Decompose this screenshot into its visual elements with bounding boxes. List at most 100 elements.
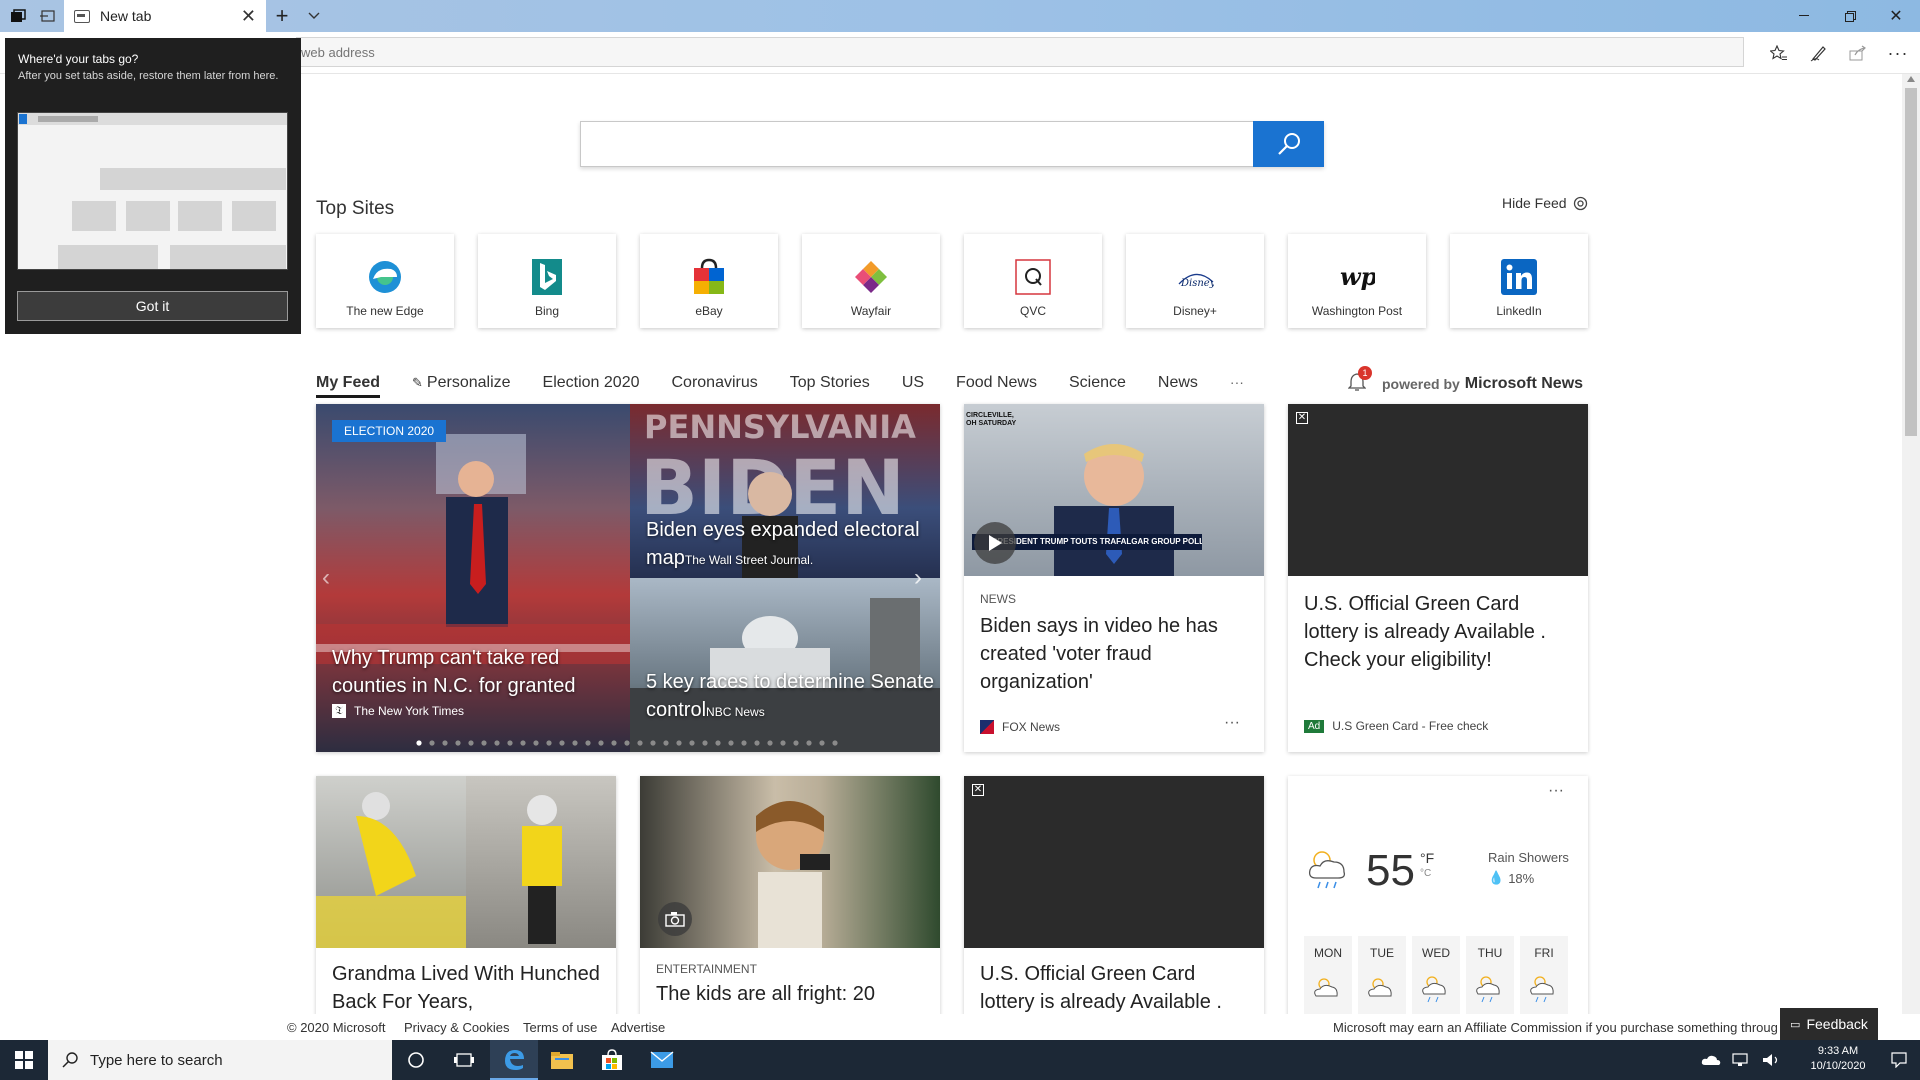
tab-list-chevron-icon[interactable]	[302, 0, 326, 32]
carousel-dot[interactable]	[728, 740, 734, 746]
carousel-dot[interactable]	[442, 740, 448, 746]
windows-start-icon[interactable]	[0, 1040, 48, 1080]
tab-my-feed[interactable]: My Feed	[316, 374, 381, 398]
carousel-dot[interactable]	[715, 740, 721, 746]
got-it-button[interactable]: Got it	[17, 291, 288, 321]
carousel-prev-icon[interactable]: ‹	[322, 564, 330, 592]
store-icon[interactable]	[588, 1040, 636, 1080]
carousel-right-bottom[interactable]: 5 key races to determine Senate controlN…	[646, 668, 934, 726]
carousel-dot[interactable]	[754, 740, 760, 746]
mail-icon[interactable]	[638, 1040, 686, 1080]
carousel-dot[interactable]	[663, 740, 669, 746]
tab-more[interactable]: ···	[1230, 374, 1244, 398]
play-icon[interactable]	[974, 522, 1016, 564]
carousel-dot[interactable]	[507, 740, 513, 746]
carousel-dot[interactable]	[819, 740, 825, 746]
top-site-washington-post[interactable]: wp Washington Post	[1288, 234, 1426, 328]
grandma-card[interactable]: Grandma Lived With Hunched Back For Year…	[316, 776, 616, 1014]
top-site-bing[interactable]: Bing	[478, 234, 616, 328]
top-site-qvc[interactable]: QVC	[964, 234, 1102, 328]
carousel-dot[interactable]	[546, 740, 552, 746]
unit-fahrenheit[interactable]: °F	[1420, 850, 1434, 866]
share-icon[interactable]	[1845, 40, 1871, 66]
more-menu-icon[interactable]: ···	[1885, 40, 1911, 66]
carousel-dot[interactable]	[793, 740, 799, 746]
notification-bell-icon[interactable]: 1	[1347, 366, 1372, 395]
notifications-icon[interactable]	[1884, 1040, 1914, 1080]
task-view-icon[interactable]	[440, 1040, 488, 1080]
election-carousel-card[interactable]: PENNSYLVANIABIDEN ELECTION 2020 ‹ › Why …	[316, 404, 940, 752]
biden-card-headline[interactable]: Biden says in video he has created 'vote…	[980, 612, 1250, 696]
ad-card-headline[interactable]: U.S. Official Green Card lottery is alre…	[1304, 590, 1578, 674]
carousel-dot[interactable]	[676, 740, 682, 746]
scrollbar-thumb[interactable]	[1905, 88, 1917, 436]
tab-personalize[interactable]: ✎ Personalize	[412, 374, 511, 398]
new-tab-plus-icon[interactable]: +	[270, 0, 294, 32]
taskbar-search-box[interactable]: Type here to search	[48, 1040, 392, 1080]
carousel-dots[interactable]	[416, 740, 840, 746]
carousel-dot[interactable]	[767, 740, 773, 746]
restore-icon[interactable]	[1830, 0, 1870, 32]
footer-terms-link[interactable]: Terms of use	[523, 1020, 597, 1035]
page-scrollbar[interactable]	[1902, 74, 1920, 1014]
entertainment-card[interactable]: ENTERTAINMENT The kids are all fright: 2…	[640, 776, 940, 1014]
pen-notes-icon[interactable]	[1806, 40, 1832, 66]
address-input[interactable]	[296, 37, 1744, 67]
network-icon[interactable]	[1726, 1040, 1756, 1080]
ad2-headline[interactable]: U.S. Official Green Card lottery is alre…	[980, 960, 1254, 1014]
top-site-linkedin[interactable]: LinkedIn	[1450, 234, 1588, 328]
carousel-dot[interactable]	[650, 740, 656, 746]
footer-privacy-link[interactable]: Privacy & Cookies	[404, 1020, 509, 1035]
carousel-dot[interactable]	[624, 740, 630, 746]
ad-card-green-card[interactable]: ✕ U.S. Official Green Card lottery is al…	[1288, 404, 1588, 752]
weather-more-icon[interactable]: ···	[1548, 782, 1564, 800]
carousel-dot[interactable]	[689, 740, 695, 746]
edge-taskbar-icon[interactable]	[490, 1040, 538, 1080]
carousel-right-top[interactable]: Biden eyes expanded electoral mapThe Wal…	[646, 516, 934, 574]
hide-feed-button[interactable]: Hide Feed	[1502, 195, 1588, 211]
carousel-dot[interactable]	[832, 740, 838, 746]
tab-us[interactable]: US	[902, 374, 924, 398]
unit-celsius[interactable]: °C	[1420, 868, 1431, 879]
carousel-dot[interactable]	[806, 740, 812, 746]
carousel-dot[interactable]	[780, 740, 786, 746]
biden-video-card[interactable]: CIRCLEVILLE, OH SATURDAY PRESIDENT TRUMP…	[964, 404, 1264, 752]
carousel-dot[interactable]	[520, 740, 526, 746]
carousel-dot[interactable]	[468, 740, 474, 746]
carousel-dot[interactable]	[416, 740, 422, 746]
kids-headline[interactable]: The kids are all fright: 20	[656, 980, 930, 1008]
carousel-dot[interactable]	[559, 740, 565, 746]
close-window-icon[interactable]: ✕	[1876, 0, 1916, 32]
ad-card-green-card-2[interactable]: ✕ U.S. Official Green Card lottery is al…	[964, 776, 1264, 1014]
carousel-dot[interactable]	[598, 740, 604, 746]
top-site-edge[interactable]: The new Edge	[316, 234, 454, 328]
onedrive-cloud-icon[interactable]	[1696, 1040, 1726, 1080]
carousel-dot[interactable]	[455, 740, 461, 746]
carousel-dot[interactable]	[481, 740, 487, 746]
close-tab-icon[interactable]: ✕	[241, 6, 256, 27]
set-tabs-aside-icon[interactable]	[34, 0, 62, 32]
carousel-dot[interactable]	[637, 740, 643, 746]
carousel-dot[interactable]	[585, 740, 591, 746]
carousel-dot[interactable]	[494, 740, 500, 746]
carousel-main-headline[interactable]: Why Trump can't take red counties in N.C…	[332, 644, 622, 700]
grandma-headline[interactable]: Grandma Lived With Hunched Back For Year…	[332, 960, 606, 1014]
tabs-aside-icon[interactable]	[4, 0, 32, 32]
volume-icon[interactable]	[1756, 1040, 1786, 1080]
card-more-icon[interactable]: ···	[1224, 714, 1240, 732]
feedback-button[interactable]: ▭ Feedback	[1780, 1008, 1878, 1040]
tab-new-tab[interactable]: New tab ✕	[64, 0, 266, 32]
carousel-dot[interactable]	[741, 740, 747, 746]
carousel-dot[interactable]	[611, 740, 617, 746]
search-input[interactable]	[580, 121, 1324, 167]
tab-election-2020[interactable]: Election 2020	[543, 374, 640, 398]
tab-news[interactable]: News	[1158, 374, 1198, 398]
cortana-icon[interactable]	[392, 1040, 440, 1080]
tab-top-stories[interactable]: Top Stories	[790, 374, 870, 398]
top-site-wayfair[interactable]: Wayfair	[802, 234, 940, 328]
tab-food-news[interactable]: Food News	[956, 374, 1037, 398]
minimize-icon[interactable]	[1784, 0, 1824, 32]
carousel-dot[interactable]	[429, 740, 435, 746]
file-explorer-icon[interactable]	[538, 1040, 586, 1080]
taskbar-clock[interactable]: 9:33 AM 10/10/2020	[1800, 1044, 1876, 1074]
